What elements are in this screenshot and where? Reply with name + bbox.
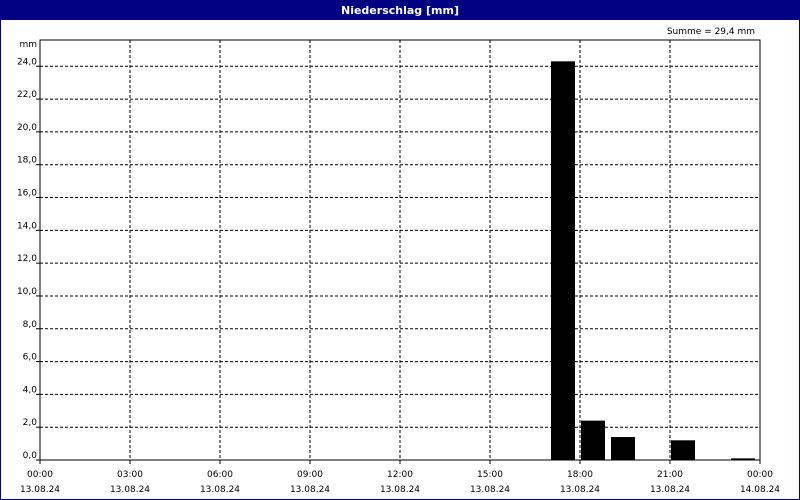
x-tick-date-label: 13.08.24 — [380, 485, 420, 495]
y-tick-label: 16,0 — [17, 189, 37, 199]
bar — [611, 437, 635, 460]
x-tick-date-label: 13.08.24 — [290, 485, 330, 495]
x-tick-date-label: 13.08.24 — [110, 485, 150, 495]
x-tick-time-label: 09:00 — [297, 470, 323, 480]
bars — [551, 61, 755, 460]
x-tick-date-label: 13.08.24 — [470, 485, 510, 495]
y-tick-label: 2,0 — [23, 418, 38, 428]
x-tick-time-label: 03:00 — [117, 470, 143, 480]
y-tick-label: 12,0 — [17, 254, 37, 264]
x-tick-time-label: 15:00 — [477, 470, 503, 480]
y-tick-label: 22,0 — [17, 90, 37, 100]
precipitation-chart: 0,0 2,0 4,0 6,0 8,0 10,0 12,0 14,0 16,0 18,0 20,0 2… — [17, 27, 780, 495]
x-tick-date-label: 13.08.24 — [20, 485, 60, 495]
y-tick-label: 24,0 — [17, 57, 37, 67]
y-tick-label: 4,0 — [23, 385, 38, 395]
bar — [581, 420, 605, 460]
sum-annotation: Summe = 29,4 mm — [667, 27, 755, 37]
y-tick-label: 18,0 — [17, 156, 37, 166]
x-tick-date-label: 13.08.24 — [560, 485, 600, 495]
x-tick-time-label: 21:00 — [657, 470, 683, 480]
axis-labels: 0,0 2,0 4,0 6,0 8,0 10,0 12,0 14,0 16,0 18,0 20,0 2… — [17, 57, 780, 495]
y-tick-label: 10,0 — [17, 287, 37, 297]
bar — [551, 61, 575, 460]
y-tick-label: 20,0 — [17, 123, 37, 133]
bar — [671, 440, 695, 460]
x-tick-time-label: 12:00 — [387, 470, 413, 480]
grid-lines — [40, 40, 760, 460]
y-tick-label: 6,0 — [23, 353, 38, 363]
x-tick-date-label: 13.08.24 — [650, 485, 690, 495]
x-tick-time-label: 00:00 — [27, 470, 53, 480]
y-tick-label: 8,0 — [23, 320, 38, 330]
x-tick-time-label: 06:00 — [207, 470, 233, 480]
x-tick-time-label: 00:00 — [747, 470, 773, 480]
x-tick-date-label: 13.08.24 — [200, 485, 240, 495]
x-tick-date-label: 14.08.24 — [740, 485, 780, 495]
y-tick-label: 0,0 — [23, 451, 38, 461]
x-tick-time-label: 18:00 — [567, 470, 593, 480]
y-axis-unit-label: mm — [19, 40, 37, 50]
y-tick-label: 14,0 — [17, 221, 37, 231]
axes — [36, 39, 761, 464]
